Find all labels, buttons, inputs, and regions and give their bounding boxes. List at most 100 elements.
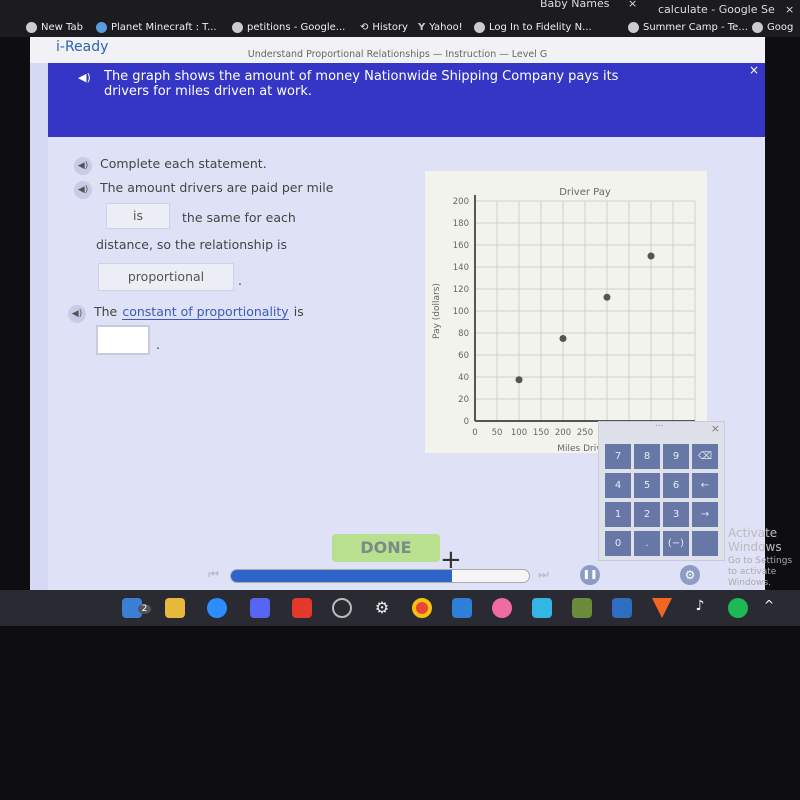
- answer-dropdown-2[interactable]: proportional: [98, 263, 234, 291]
- keypad-key[interactable]: (−): [663, 531, 689, 556]
- keypad-close-icon[interactable]: ×: [711, 422, 720, 435]
- skip-forward-icon[interactable]: ⏭: [538, 567, 549, 582]
- y-tick-label: 100: [453, 307, 469, 317]
- tab-close-icon[interactable]: ×: [785, 3, 794, 16]
- drag-handle[interactable]: ...: [655, 419, 664, 429]
- tray-chevron-icon[interactable]: ^: [764, 598, 784, 618]
- y-tick-label: 60: [458, 351, 469, 361]
- data-point: [515, 376, 523, 384]
- tab[interactable]: calculate - Google Se: [658, 3, 775, 16]
- keypad-key[interactable]: 3: [663, 502, 689, 527]
- x-tick-label: 0: [472, 428, 477, 438]
- chart-svg: Driver PayMiles DrivenPay (dollars)0 50 10…: [432, 187, 696, 454]
- y-axis-label: Pay (dollars): [432, 283, 442, 339]
- statement-1-cont: the same for each: [182, 210, 296, 225]
- keypad-key[interactable]: →: [692, 502, 718, 527]
- vlc-icon[interactable]: [652, 598, 672, 618]
- mail-badge: 2: [138, 604, 151, 614]
- bookmark[interactable]: New Tab: [26, 22, 83, 33]
- spotify-icon[interactable]: [728, 598, 748, 618]
- bookmark[interactable]: Goog: [752, 22, 793, 33]
- activate-windows-text: Go to Settings to activate Windows.: [728, 556, 793, 588]
- bookmark[interactable]: Y Yahoo!: [418, 22, 463, 33]
- keypad-key[interactable]: 5: [634, 473, 660, 498]
- data-point: [647, 252, 655, 260]
- settings-icon[interactable]: ⚙: [372, 598, 392, 618]
- statement-2: ◀) The constant of proportionality is: [68, 301, 304, 323]
- close-icon[interactable]: ×: [749, 63, 759, 77]
- google-icon: [232, 22, 243, 33]
- keypad-key[interactable]: 2: [634, 502, 660, 527]
- skip-back-icon[interactable]: ⏮: [208, 567, 219, 582]
- speaker-icon[interactable]: ◀): [78, 71, 91, 84]
- instruction: ◀) Complete each statement.: [74, 153, 267, 175]
- photos-icon[interactable]: [452, 598, 472, 618]
- bookmark[interactable]: ⟲ History: [360, 22, 408, 33]
- lesson-progress-bar[interactable]: [230, 569, 530, 583]
- bookmark[interactable]: Summer Camp - Te...: [628, 22, 748, 33]
- question-area: ◀) Complete each statement. ◀) The amount …: [48, 137, 765, 590]
- keypad-key[interactable]: 1: [605, 502, 631, 527]
- x-tick-label: 150: [533, 428, 549, 438]
- roblox-icon[interactable]: [292, 598, 312, 618]
- statement-1-end: distance, so the relationship is: [96, 237, 287, 252]
- x-tick-label: 250: [577, 428, 593, 438]
- history-icon: ⟲: [360, 22, 369, 33]
- browser-tab-strip: Baby Names × calculate - Google Se ×: [0, 0, 800, 22]
- y-tick-label: 40: [458, 373, 469, 383]
- bookmarks-bar: New Tab Planet Minecraft : T... petition…: [0, 21, 800, 37]
- done-button[interactable]: DONE: [332, 534, 440, 562]
- constant-input[interactable]: [96, 325, 150, 355]
- glossary-link[interactable]: constant of proportionality: [122, 304, 289, 320]
- keypad-key[interactable]: 9: [663, 444, 689, 469]
- x-tick-label: 50: [492, 428, 503, 438]
- keypad-key[interactable]: 0: [605, 531, 631, 556]
- taskbar: 2 ⚙ ♪ ^: [0, 590, 800, 626]
- speaker-icon[interactable]: ◀): [74, 181, 92, 199]
- x-tick-label: 200: [555, 428, 571, 438]
- itunes-icon[interactable]: [492, 598, 512, 618]
- keypad-key[interactable]: 4: [605, 473, 631, 498]
- bookmark[interactable]: petitions - Google...: [232, 22, 345, 33]
- tiktok-icon[interactable]: ♪: [690, 598, 710, 618]
- keypad-key[interactable]: ⌫: [692, 444, 718, 469]
- obs-icon[interactable]: [332, 598, 352, 618]
- pause-icon[interactable]: ❚❚: [580, 565, 600, 585]
- statement-1: ◀) The amount drivers are paid per mile: [74, 177, 333, 199]
- photos-icon[interactable]: [612, 598, 632, 618]
- minecraft-icon[interactable]: [572, 598, 592, 618]
- globe-icon: [26, 22, 37, 33]
- keypad-key[interactable]: 8: [634, 444, 660, 469]
- y-tick-label: 200: [453, 197, 469, 207]
- tab[interactable]: Baby Names: [540, 0, 609, 10]
- yahoo-icon: Y: [418, 22, 426, 33]
- prompt-banner: ◀) The graph shows the amount of money N…: [48, 63, 765, 137]
- keypad-key[interactable]: 6: [663, 473, 689, 498]
- speaker-icon[interactable]: ◀): [68, 305, 86, 323]
- keypad-key[interactable]: .: [634, 531, 660, 556]
- speaker-icon[interactable]: ◀): [74, 157, 92, 175]
- google-icon: [752, 22, 763, 33]
- chart-title: Driver Pay: [559, 187, 611, 198]
- breadcrumb: Understand Proportional Relationships — …: [247, 49, 548, 60]
- keypad-key[interactable]: ←: [692, 473, 718, 498]
- settings-gear-icon[interactable]: ⚙: [680, 565, 700, 585]
- bookmark[interactable]: Planet Minecraft : T...: [96, 22, 217, 33]
- tab-close-icon[interactable]: ×: [628, 0, 637, 10]
- file-explorer-icon[interactable]: [165, 598, 185, 618]
- answer-dropdown-1[interactable]: is: [106, 203, 170, 229]
- y-tick-label: 140: [453, 263, 469, 273]
- chrome-icon[interactable]: [412, 598, 432, 618]
- keypad-key[interactable]: [692, 531, 718, 556]
- bookmark[interactable]: Log In to Fidelity N...: [474, 22, 592, 33]
- x-tick-label: 100: [511, 428, 527, 438]
- discord-icon[interactable]: [250, 598, 270, 618]
- app-icon[interactable]: [532, 598, 552, 618]
- zoom-icon[interactable]: [207, 598, 227, 618]
- y-tick-label: 120: [453, 285, 469, 295]
- app-header: i-Ready Understand Proportional Relation…: [30, 37, 765, 63]
- period: .: [156, 337, 160, 352]
- activate-windows-title: Activate Windows: [728, 526, 782, 554]
- keypad-key[interactable]: 7: [605, 444, 631, 469]
- prompt-text: The graph shows the amount of money Nati…: [104, 69, 619, 99]
